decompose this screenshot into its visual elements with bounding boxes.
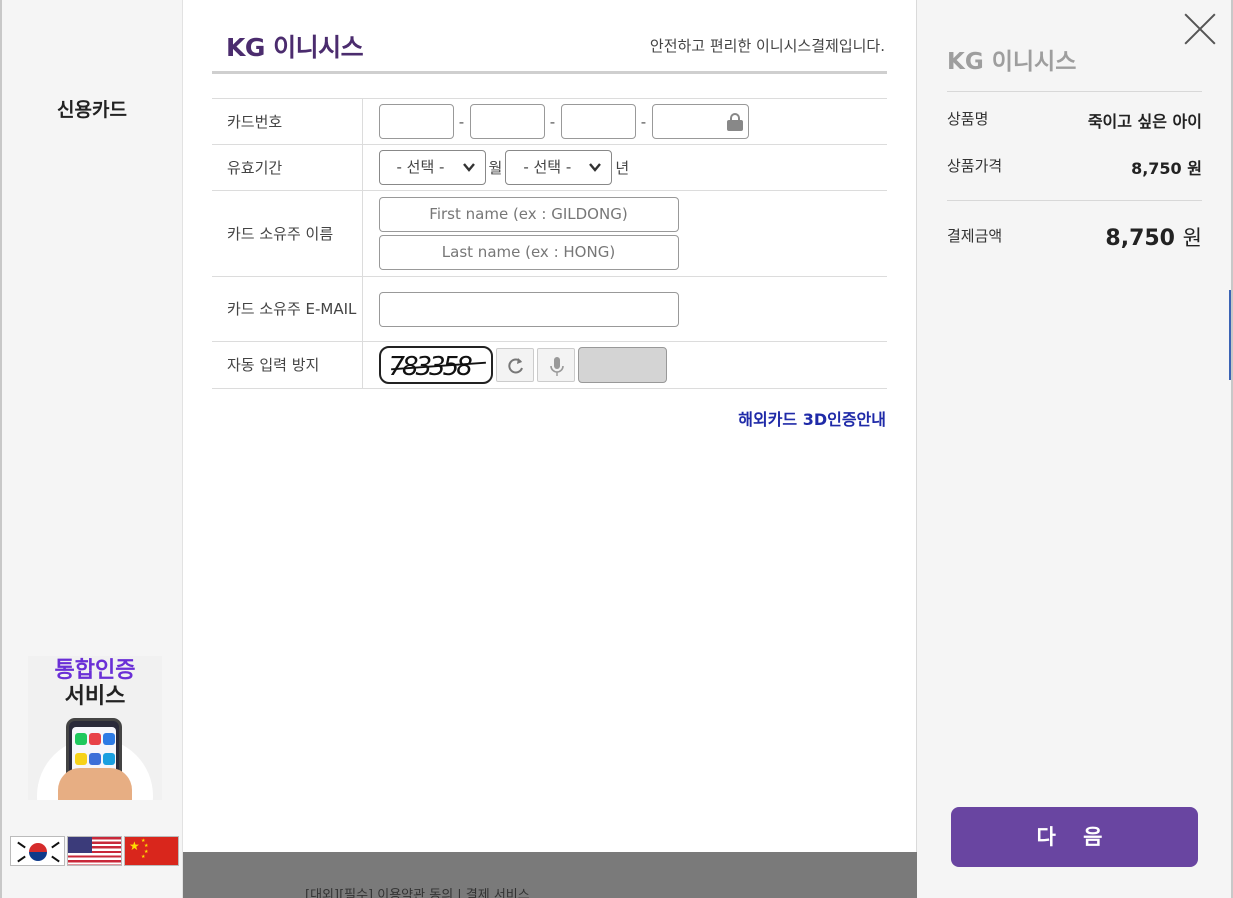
microphone-icon [549, 357, 564, 376]
card-number-field-1[interactable] [378, 104, 454, 139]
bottom-bar-text: [대외][필수] 이용약관 동의 | 결제 서비스 [305, 888, 530, 898]
promo-title: 통합인증 [54, 658, 136, 683]
product-price-amount: 8,750 [1131, 159, 1182, 178]
expiry-month-select[interactable]: - 선택 - [378, 150, 486, 185]
product-price-value: 8,750 원 [1131, 155, 1202, 179]
left-sidebar: 신용카드 통합인증 서비스 ★ ★ ★ ★ ★ [0, 0, 183, 898]
captcha-image: 783358 [378, 346, 493, 384]
product-price-row: 상품가격 8,750 원 [947, 155, 1202, 179]
total-amount-row: 결제금액 8,750 원 [947, 222, 1202, 252]
card-form-table: 카드번호 - - - 유효기간 - 선택 - 월 - 선택 - 년 카드 소유주 이… [212, 98, 887, 389]
card-dash: - [549, 112, 556, 131]
card-number-field-3[interactable] [560, 104, 636, 139]
next-button[interactable]: 다 음 [951, 807, 1198, 867]
promo-subtitle: 서비스 [64, 684, 126, 709]
overseas-3d-guide-link[interactable]: 해외카드 3D인증안내 [738, 406, 886, 430]
summary-divider [947, 91, 1202, 92]
summary-logo: KG 이니시스 [947, 49, 1077, 75]
expiry-label: 유효기간 [212, 144, 363, 191]
card-number-label: 카드번호 [212, 98, 363, 145]
last-name-input[interactable]: Last name (ex : HONG) [378, 235, 679, 270]
order-summary-panel: KG 이니시스 상품명 죽이고 싶은 아이 상품가격 8,750 원 결제금액 … [917, 0, 1233, 898]
bottom-bar: [대외][필수] 이용약관 동의 | 결제 서비스 [183, 852, 917, 898]
month-unit: 월 [488, 159, 503, 177]
hand-illustration-icon [58, 768, 132, 800]
product-name-label: 상품명 [947, 110, 989, 128]
currency-unit: 원 [1187, 159, 1202, 178]
inicis-logo: KG 이니시스 [226, 33, 364, 62]
captcha-label: 자동 입력 방지 [212, 341, 363, 389]
close-icon[interactable] [1183, 12, 1217, 46]
korean-flag-icon[interactable] [10, 836, 65, 866]
header-divider [212, 71, 887, 74]
refresh-icon [507, 358, 523, 374]
card-number-field-4[interactable] [651, 104, 749, 139]
total-label: 결제금액 [947, 227, 1003, 245]
currency-unit: 원 [1182, 226, 1202, 250]
total-amount-value: 8,750 원 [1105, 222, 1202, 252]
total-amount: 8,750 [1105, 226, 1175, 251]
language-selector: ★ ★ ★ ★ ★ [10, 836, 179, 866]
expiry-year-select[interactable]: - 선택 - [505, 150, 613, 185]
header-tagline: 안전하고 편리한 이니시스결제입니다. [649, 37, 885, 55]
chevron-down-icon [589, 163, 602, 172]
summary-divider [947, 200, 1202, 201]
lock-icon [726, 113, 743, 131]
chevron-down-icon [462, 163, 475, 172]
product-name-value: 죽이고 싶은 아이 [1087, 112, 1202, 131]
payment-method-title: 신용카드 [57, 99, 127, 121]
expiry-year-value: - 선택 - [523, 158, 572, 176]
captcha-audio-button[interactable] [536, 348, 575, 382]
product-price-label: 상품가격 [947, 157, 1003, 175]
china-flag-icon[interactable]: ★ ★ ★ ★ ★ [124, 836, 179, 866]
owner-name-label: 카드 소유주 이름 [212, 190, 363, 277]
captcha-input[interactable] [577, 347, 667, 383]
card-dash: - [640, 112, 647, 131]
captcha-refresh-button[interactable] [495, 348, 534, 382]
email-field[interactable] [378, 291, 679, 327]
product-name-row: 상품명 죽이고 싶은 아이 [947, 108, 1202, 132]
integrated-auth-banner[interactable]: 통합인증 서비스 [28, 656, 162, 800]
payment-form-panel: KG 이니시스 안전하고 편리한 이니시스결제입니다. 카드번호 - - - 유효기… [183, 0, 917, 898]
scroll-edge-indicator [1229, 290, 1231, 380]
year-unit: 년 [615, 159, 630, 177]
expiry-month-value: - 선택 - [396, 158, 445, 176]
us-flag-icon[interactable] [67, 836, 122, 866]
first-name-input[interactable]: First name (ex : GILDONG) [378, 197, 679, 232]
card-dash: - [458, 112, 465, 131]
owner-email-label: 카드 소유주 E-MAIL [212, 276, 363, 342]
card-number-field-2[interactable] [469, 104, 545, 139]
